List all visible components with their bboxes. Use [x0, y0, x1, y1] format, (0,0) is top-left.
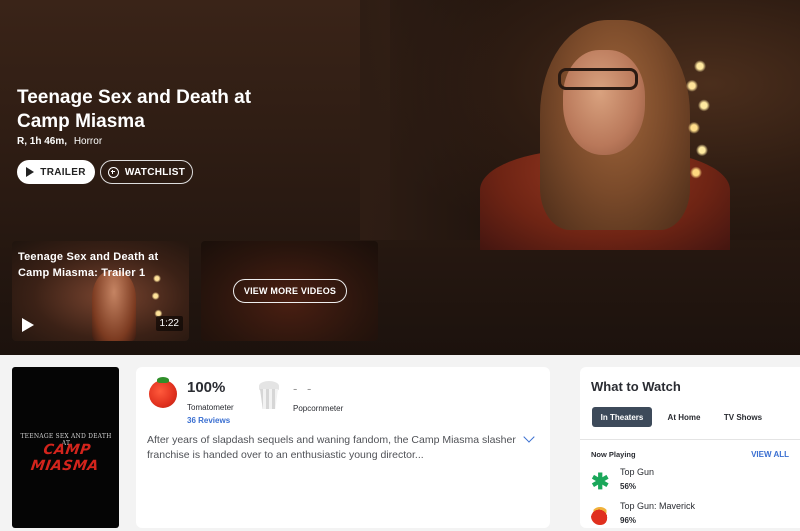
watchlist-button[interactable]: WATCHLIST: [100, 160, 193, 184]
trailer-button[interactable]: TRAILER: [17, 160, 95, 184]
popcornmeter-label: Popcornmeter: [293, 404, 344, 413]
genre: Horror: [73, 136, 103, 147]
what-to-watch-title: What to Watch: [591, 379, 681, 394]
play-icon: [26, 167, 35, 177]
tomatometer-score[interactable]: 100%: [187, 379, 225, 396]
section-label: Now Playing: [591, 450, 636, 459]
play-icon[interactable]: [22, 318, 34, 332]
fresh-tomato-icon: [149, 377, 177, 408]
video-card-trailer-1[interactable]: Teenage Sex and Death at Camp Miasma: Tr…: [12, 241, 189, 341]
what-to-watch-panel: What to Watch In Theaters At Home TV Sho…: [580, 367, 800, 528]
hero-banner: Teenage Sex and Death at Camp Miasma R, …: [0, 0, 800, 355]
movie-poster[interactable]: TEENAGE SEX AND DEATH AT CAMP MIASMA: [12, 367, 119, 528]
certified-fresh-icon: [591, 507, 609, 525]
view-more-videos-card[interactable]: VIEW MORE VIDEOS: [201, 241, 378, 341]
list-item-score: 56%: [620, 482, 637, 491]
popcornmeter-score: - -: [293, 381, 315, 396]
tab-at-home[interactable]: At Home: [660, 407, 708, 427]
plus-circle-icon: [107, 166, 119, 178]
rating-runtime: R, 1h 46m,: [17, 136, 68, 147]
empty-popcorn-icon: [258, 379, 280, 409]
chevron-down-icon[interactable]: [523, 431, 535, 443]
movie-title: Teenage Sex and Death at Camp Miasma: [17, 87, 252, 132]
video-title: Teenage Sex and Death at Camp Miasma: Tr…: [18, 251, 159, 279]
scores-panel: 100% Tomatometer 36 Reviews - - Popcornm…: [136, 367, 550, 528]
tab-tv-shows[interactable]: TV Shows: [716, 407, 770, 427]
list-item-score: 96%: [620, 516, 637, 525]
synopsis: After years of slapdash sequels and wani…: [147, 434, 516, 461]
list-item-title[interactable]: Top Gun: Maverick: [620, 501, 695, 511]
video-duration: 1:22: [155, 316, 183, 331]
movie-meta: R, 1h 46m, Horror: [17, 136, 102, 147]
trailer-label: TRAILER: [40, 166, 86, 178]
list-item[interactable]: ✱ Top Gun 56%: [591, 467, 791, 497]
list-item[interactable]: Top Gun: Maverick 96%: [591, 501, 791, 531]
poster-logo: CAMP MIASMA: [29, 442, 100, 474]
reviews-link[interactable]: 36 Reviews: [187, 416, 230, 425]
tab-in-theaters[interactable]: In Theaters: [592, 407, 652, 427]
divider: [580, 439, 800, 440]
view-all-link[interactable]: VIEW ALL: [751, 450, 789, 459]
splat-icon: ✱: [591, 469, 610, 494]
list-item-title[interactable]: Top Gun: [620, 467, 654, 477]
view-more-videos-button[interactable]: VIEW MORE VIDEOS: [233, 279, 347, 303]
tomatometer-label: Tomatometer: [187, 403, 234, 412]
watchlist-label: WATCHLIST: [124, 166, 186, 178]
